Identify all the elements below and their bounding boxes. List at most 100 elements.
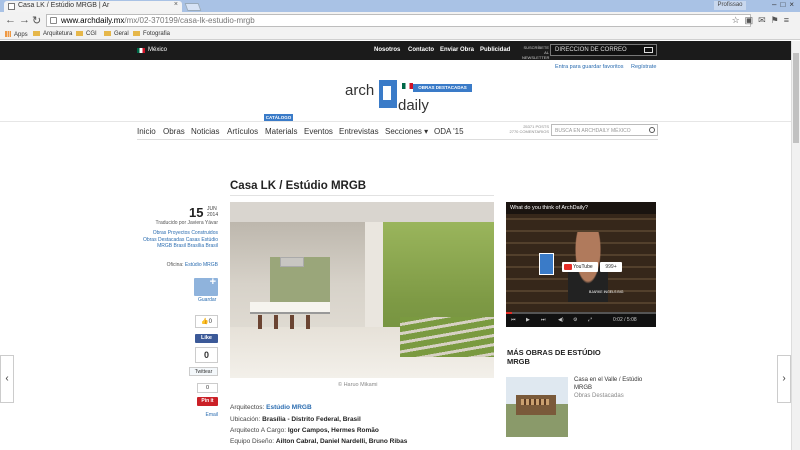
profile-button[interactable]: Profissao: [714, 1, 746, 10]
newsletter-label: SUSCRÍBETE AL NEWSLETTER: [522, 45, 550, 60]
search-icon[interactable]: [649, 127, 655, 133]
extension-icons[interactable]: ☆▣✉⚑≡: [732, 15, 794, 26]
newsletter-email-input[interactable]: DIRECCION DE CORREO: [550, 44, 657, 56]
link-nosotros[interactable]: Nosotros: [374, 47, 400, 53]
apps-icon: [5, 31, 11, 37]
site-search-input[interactable]: BUSCA EN ARCHDAILY MÉXICO: [551, 124, 658, 136]
facebook-like-button[interactable]: Like: [195, 334, 218, 343]
nav-eventos[interactable]: Eventos: [304, 127, 333, 136]
youtube-button[interactable]: YouTube: [562, 262, 598, 272]
more-works-heading: MÁS OBRAS DE ESTÚDIO MRGB: [507, 348, 601, 366]
country-selector[interactable]: México: [148, 47, 167, 53]
prev-arrow-icon[interactable]: ‹: [0, 355, 14, 403]
back-icon[interactable]: ←: [5, 14, 16, 26]
fullscreen-icon[interactable]: ⤢: [588, 317, 592, 323]
main-photo[interactable]: [230, 202, 494, 378]
folder-icon: [133, 31, 140, 36]
nav-obras[interactable]: Obras: [163, 127, 185, 136]
email-placeholder: DIRECCION DE CORREO: [555, 47, 627, 53]
new-tab-button[interactable]: [184, 3, 202, 11]
folder-icon: [104, 31, 111, 36]
comments-count: 2770 COMENTARIOS: [509, 129, 550, 134]
link-publicidad[interactable]: Publicidad: [480, 47, 510, 53]
name-card: BJARKE INGELS BIG: [589, 290, 624, 294]
login-link[interactable]: Entra para guardar favoritos: [555, 64, 623, 70]
video-player[interactable]: What do you think of ArchDaily? YouTube …: [506, 202, 656, 327]
bookmark-arquitetura[interactable]: Arquitetura: [33, 31, 72, 37]
logo-cube-icon: [379, 80, 397, 108]
tab-title: Casa LK / Estúdio MRGB | Ar: [18, 2, 110, 9]
email-share-button[interactable]: Email: [197, 410, 218, 420]
folder-icon: [76, 31, 83, 36]
nav-noticias[interactable]: Noticias: [191, 127, 219, 136]
office-link[interactable]: Estúdio MRGB: [185, 262, 218, 268]
reload-icon[interactable]: ↻: [32, 14, 41, 27]
nav-secciones[interactable]: Secciones ▾: [385, 127, 428, 136]
register-link[interactable]: Regístrate: [631, 64, 656, 70]
pin-count: 0: [197, 383, 218, 393]
url-host: www.archdaily.mx: [61, 16, 125, 25]
detail-arquitectos: Arquitectos: Estúdio MRGB: [230, 404, 312, 411]
archdaily-logo[interactable]: arch daily OBRAS DESTACADAS: [345, 72, 475, 117]
nav-inicio[interactable]: Inicio: [137, 127, 156, 136]
settings-icon[interactable]: ⚙: [573, 317, 577, 323]
more-work-category: Obras Destacadas: [574, 393, 624, 399]
save-folder-icon[interactable]: [194, 276, 218, 296]
link-contacto[interactable]: Contacto: [408, 47, 434, 53]
bookmark-geral[interactable]: Geral: [104, 31, 129, 37]
nav-articulos[interactable]: Artículos: [227, 127, 258, 136]
tag-list[interactable]: Obras Proyectos Construidos Obras Destac…: [138, 230, 218, 250]
envelope-icon[interactable]: [644, 47, 653, 53]
save-label[interactable]: Guardar: [198, 297, 216, 303]
link-enviar-obra[interactable]: Enviar Obra: [440, 47, 474, 53]
search-placeholder: BUSCA EN ARCHDAILY MÉXICO: [555, 128, 631, 134]
detail-equipo: Equipo Diseño: Ailton Cabral, Daniel Nar…: [230, 438, 408, 445]
twitter-button[interactable]: Twittear: [189, 367, 218, 376]
favicon-icon: [8, 3, 15, 10]
detail-arquitecto-cargo: Arquitecto A Cargo: Igor Campos, Hermes …: [230, 427, 379, 434]
nav-materials[interactable]: Materials: [265, 127, 297, 136]
browser-tab[interactable]: Casa LK / Estúdio MRGB | Ar ×: [4, 1, 182, 12]
video-time: 0:02 / 5:08: [613, 317, 637, 323]
divider: [0, 121, 800, 122]
more-work-thumbnail[interactable]: [506, 377, 568, 437]
archdaily-cube-icon: [539, 253, 554, 275]
close-tab-icon[interactable]: ×: [174, 1, 178, 8]
divider: [230, 195, 494, 196]
url-path: /mx/02-370199/casa-lk-estudio-mrgb: [124, 16, 255, 25]
volume-icon[interactable]: ◀): [558, 317, 564, 323]
detail-ubicacion: Ubicación: Brasília - Distrito Federal, …: [230, 416, 361, 423]
like-counter: 👍0: [195, 315, 218, 328]
bookmark-cgi[interactable]: CGI: [76, 31, 97, 37]
window-controls[interactable]: –□×: [772, 0, 798, 9]
bookmark-apps[interactable]: Apps: [5, 31, 28, 38]
nav-entrevistas[interactable]: Entrevistas: [339, 127, 379, 136]
pinterest-button[interactable]: Pin it: [197, 397, 218, 406]
video-title[interactable]: What do you think of ArchDaily?: [510, 205, 588, 211]
url-input[interactable]: www.archdaily.mx/mx/02-370199/casa-lk-es…: [46, 14, 751, 27]
logo-daily-text: daily: [398, 97, 429, 114]
scrollbar[interactable]: [791, 41, 800, 450]
photo-credit: © Haruo Mikami: [338, 382, 378, 388]
scrollbar-thumb[interactable]: [793, 53, 799, 143]
office-line: Oficina: Estúdio MRGB: [166, 262, 218, 268]
translator-note: Traducido por Javiera Yávar: [155, 220, 218, 226]
thumbs-up-icon: 👍: [201, 319, 209, 325]
obras-destacadas-badge: OBRAS DESTACADAS: [413, 84, 472, 92]
forward-icon[interactable]: →: [19, 14, 30, 26]
mexico-flag-icon: [137, 48, 145, 53]
post-counts: 25371 POSTS 2770 COMENTARIOS: [509, 124, 550, 134]
youtube-count: 999+: [600, 262, 622, 272]
address-bar: ← → ↻ www.archdaily.mx/mx/02-370199/casa…: [0, 12, 800, 29]
bookmark-fotografia[interactable]: Fotografia: [133, 31, 170, 37]
architect-link[interactable]: Estúdio MRGB: [266, 404, 312, 411]
rewind-icon[interactable]: ⏮: [511, 317, 516, 323]
more-work-title[interactable]: Casa en el Valle / Estúdio MRGB: [574, 377, 656, 392]
site-topbar: México Nosotros Contacto Enviar Obra Pub…: [0, 41, 800, 60]
catalogo-badge[interactable]: CATÁLOGO: [264, 114, 293, 121]
play-icon[interactable]: ▶: [526, 317, 530, 323]
date-day: 15: [189, 205, 204, 220]
nav-oda[interactable]: ODA '15: [434, 127, 464, 136]
forward-icon[interactable]: ⏭: [541, 317, 546, 323]
next-arrow-icon[interactable]: ›: [777, 355, 791, 403]
